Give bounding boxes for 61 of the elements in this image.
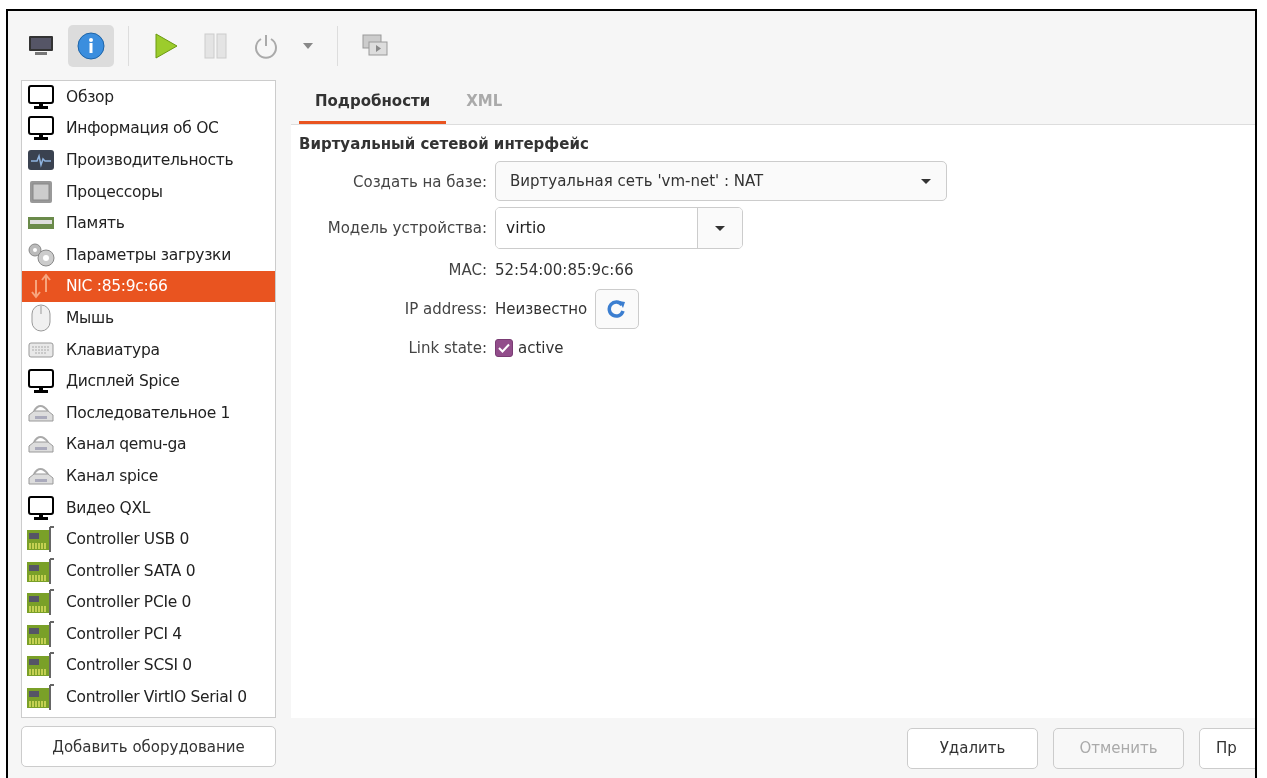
caret-icon [302, 41, 314, 50]
field-label: Создать на базе: [352, 173, 487, 191]
section-title: Виртуальный сетевой интерфейс [299, 135, 590, 153]
hardware-item[interactable]: Последовательное 1 [22, 396, 275, 429]
ip-value: Неизвестно [495, 300, 588, 318]
memory-module-icon [27, 215, 55, 232]
caret-icon [920, 177, 932, 185]
chip-icon [27, 178, 55, 205]
hardware-item[interactable]: Controller VirtIO Serial 0 [22, 681, 275, 713]
hardware-item[interactable]: Процессоры [22, 175, 275, 208]
source-dropdown[interactable]: Виртуальная сеть 'vm-net' : NAT [495, 161, 947, 201]
expansion-card-icon [26, 556, 56, 585]
monitor-icon [27, 33, 55, 58]
checkbox[interactable] [495, 339, 513, 357]
expansion-card-icon [26, 525, 56, 554]
checkbox-label: active [518, 339, 564, 357]
hardware-item[interactable]: Controller PCI 4 [22, 618, 275, 650]
caret-icon [714, 224, 726, 232]
hardware-item[interactable]: NIC :85:9c:66 [22, 270, 275, 303]
hardware-item[interactable]: Мышь [22, 302, 275, 334]
field-label: IP address: [403, 300, 487, 318]
dropdown-button[interactable] [697, 208, 742, 248]
refresh-icon [607, 299, 628, 319]
field-label: Link state: [407, 339, 487, 357]
hardware-item[interactable]: Канал qemu-ga [22, 428, 275, 461]
monitor-icon [27, 494, 55, 521]
gears-icon [26, 241, 56, 268]
dialog-button[interactable]: Удалить [907, 727, 1038, 769]
refresh-button[interactable] [595, 289, 640, 329]
hardware-item[interactable]: Обзор [22, 81, 275, 113]
expansion-card-icon [26, 683, 56, 712]
monitor-icon [27, 115, 55, 142]
monitor-icon [27, 83, 55, 110]
hardware-item[interactable]: Дисплей Spice [22, 365, 275, 397]
field-label: MAC: [447, 261, 487, 279]
hardware-item[interactable]: Информация об ОС [22, 112, 275, 145]
mac-value: 52:54:00:85:9c:66 [495, 261, 634, 279]
hardware-item[interactable]: Видео QXL [22, 491, 275, 524]
hardware-item[interactable]: Производительность [22, 144, 275, 176]
hardware-item[interactable]: Клавиатура [22, 333, 275, 366]
monitor-icon [27, 368, 55, 395]
play-icon [152, 30, 180, 61]
hardware-item[interactable]: Controller SCSI 0 [22, 649, 275, 682]
hardware-item[interactable]: Controller SATA 0 [22, 554, 275, 587]
dialog-button[interactable]: Пр [1199, 727, 1255, 769]
info-button[interactable] [68, 24, 114, 67]
info-icon [76, 30, 106, 61]
expansion-card-icon [26, 619, 56, 648]
hardware-item[interactable]: Память [22, 207, 275, 239]
hardware-item[interactable]: Параметры загрузки [22, 238, 275, 271]
hardware-item[interactable]: Канал spice [22, 460, 275, 492]
field-label: Модель устройства: [326, 219, 487, 237]
keyboard-icon [27, 340, 55, 359]
expansion-card-icon [26, 588, 56, 617]
hardware-item[interactable]: Controller USB 0 [22, 523, 275, 555]
model-combo-box[interactable]: virtio [495, 207, 743, 249]
activity-monitor-icon [27, 148, 55, 172]
pause-icon [203, 31, 229, 60]
expansion-card-icon [26, 651, 56, 680]
hardware-item[interactable]: Controller PCIe 0 [22, 586, 275, 619]
add-hardware-button[interactable]: Добавить оборудование [21, 726, 276, 767]
